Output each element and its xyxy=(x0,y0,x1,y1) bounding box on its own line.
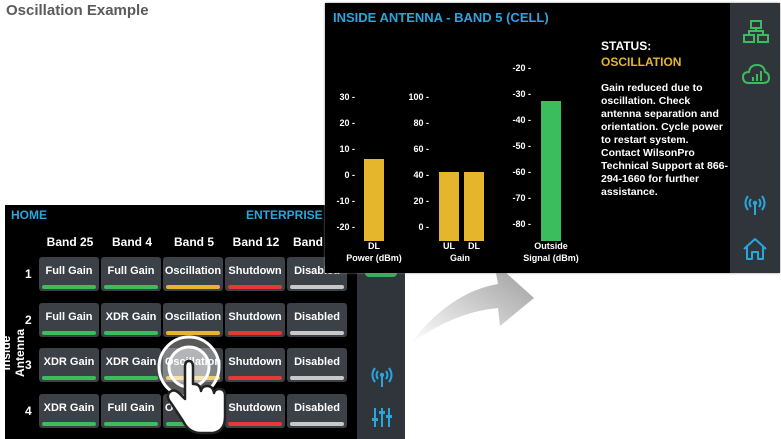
gain-tick: 20 - xyxy=(413,196,429,206)
band-status-button[interactable]: Full Gain xyxy=(39,257,99,291)
transition-arrow xyxy=(410,262,534,344)
row-number: 4 xyxy=(25,404,32,418)
system-title: ENTERPRISE 4 xyxy=(246,208,333,222)
band-status-label: Oscillation xyxy=(164,265,222,277)
band-status-button[interactable]: Shutdown xyxy=(225,303,285,337)
home-header: HOME ENTERPRISE 4 xyxy=(5,205,357,225)
band-status-button[interactable]: Disabled xyxy=(287,303,347,337)
power-dl-label: DL xyxy=(368,241,380,251)
band-screen-title: INSIDE ANTENNA - BAND 5 (CELL) xyxy=(333,10,549,25)
signal-tick: -80 - xyxy=(512,219,531,229)
gain-ul-label: UL xyxy=(443,241,455,251)
inside-antenna-label: Inside Antenna xyxy=(0,329,27,377)
gain-ul-bar xyxy=(439,172,459,241)
antenna-icon[interactable] xyxy=(742,193,768,217)
status-color-bar xyxy=(228,285,282,289)
gain-tick: 100 - xyxy=(408,92,429,102)
signal-tick: -70 - xyxy=(512,193,531,203)
status-color-bar xyxy=(228,376,282,380)
gain-tick: 60 - xyxy=(413,144,429,154)
band-status-label: Shutdown xyxy=(228,311,282,323)
band-status-label: XDR Gain xyxy=(43,402,95,414)
status-color-bar xyxy=(42,285,96,289)
signal-tick: -50 - xyxy=(512,141,531,151)
row-number: 2 xyxy=(25,313,32,327)
signal-tick: -20 - xyxy=(512,63,531,73)
status-color-bar xyxy=(166,285,220,289)
status-message: Gain reduced due to oscillation. Check a… xyxy=(601,82,728,198)
home-icon[interactable] xyxy=(742,237,768,261)
cloud-signal-icon[interactable] xyxy=(742,63,770,85)
power-tick: 30 - xyxy=(339,92,355,102)
status-color-bar xyxy=(290,285,344,289)
touch-hand-icon xyxy=(157,335,227,435)
row-number: 3 xyxy=(25,358,32,372)
band-status-button[interactable]: XDR Gain xyxy=(39,394,99,428)
band-status-label: Full Gain xyxy=(107,265,155,277)
signal-axis-label: Signal (dBm) xyxy=(523,253,579,263)
band-header: Band 12 xyxy=(232,235,280,249)
gain-tick: 80 - xyxy=(413,118,429,128)
signal-tick: -60 - xyxy=(512,167,531,177)
gain-dl-label: DL xyxy=(468,241,480,251)
status-value: OSCILLATION xyxy=(601,55,682,69)
power-dl-bar xyxy=(364,159,384,241)
power-tick: -10 - xyxy=(336,196,355,206)
signal-label-1: Outside xyxy=(534,241,568,251)
network-icon[interactable] xyxy=(743,20,769,44)
power-tick: 0 - xyxy=(344,170,355,180)
power-axis-label: Power (dBm) xyxy=(346,253,402,263)
band-status-label: XDR Gain xyxy=(43,356,95,368)
outside-signal-bar xyxy=(541,101,561,241)
antenna-icon[interactable] xyxy=(369,365,395,389)
power-tick: -20 - xyxy=(336,222,355,232)
band-header: Band 5 xyxy=(173,235,214,249)
signal-tick: -30 - xyxy=(512,89,531,99)
status-color-bar xyxy=(228,331,282,335)
band-status-label: Full Gain xyxy=(45,311,93,323)
band-status-label: Disabled xyxy=(294,402,340,414)
status-color-bar xyxy=(228,422,282,426)
status-color-bar xyxy=(42,422,96,426)
band-status-button[interactable]: Disabled xyxy=(287,394,347,428)
gain-axis-label: Gain xyxy=(449,253,470,263)
status-color-bar xyxy=(42,331,96,335)
status-color-bar xyxy=(104,285,158,289)
power-tick: 20 - xyxy=(339,118,355,128)
status-color-bar xyxy=(290,422,344,426)
band-header: Band 4 xyxy=(111,235,152,249)
band-detail-screen: INSIDE ANTENNA - BAND 5 (CELL) 30 - 20 -… xyxy=(325,3,780,273)
gain-dl-bar xyxy=(464,172,484,241)
status-color-bar xyxy=(42,376,96,380)
page-title: Oscillation Example xyxy=(6,2,149,19)
band-status-button[interactable]: XDR Gain xyxy=(39,348,99,382)
status-color-bar xyxy=(290,331,344,335)
gain-tick: 0 - xyxy=(418,222,429,232)
gain-tick: 40 - xyxy=(413,170,429,180)
status-color-bar xyxy=(290,376,344,380)
band-status-button[interactable]: Full Gain xyxy=(101,257,161,291)
band-header: Band 25 xyxy=(46,235,94,249)
band-sidebar xyxy=(730,3,780,273)
home-title[interactable]: HOME xyxy=(11,208,47,222)
band-status-button[interactable]: Oscillation xyxy=(163,303,223,337)
band-status-label: Shutdown xyxy=(228,265,282,277)
band-status-button[interactable]: Oscillation xyxy=(163,257,223,291)
band-status-button[interactable]: Disabled xyxy=(287,348,347,382)
band-status-button[interactable]: Shutdown xyxy=(225,257,285,291)
band-status-label: Oscillation xyxy=(164,311,222,323)
sliders-icon[interactable] xyxy=(370,405,394,429)
status-heading: STATUS: xyxy=(601,39,652,53)
band-status-label: Full Gain xyxy=(45,265,93,277)
band-status-label: Disabled xyxy=(294,311,340,323)
band-status-label: Disabled xyxy=(294,356,340,368)
power-tick: 10 - xyxy=(339,144,355,154)
band-status-button[interactable]: XDR Gain xyxy=(101,303,161,337)
signal-tick: -40 - xyxy=(512,115,531,125)
band-status-button[interactable]: Full Gain xyxy=(39,303,99,337)
band-status-label: XDR Gain xyxy=(105,311,157,323)
row-number: 1 xyxy=(25,267,32,281)
